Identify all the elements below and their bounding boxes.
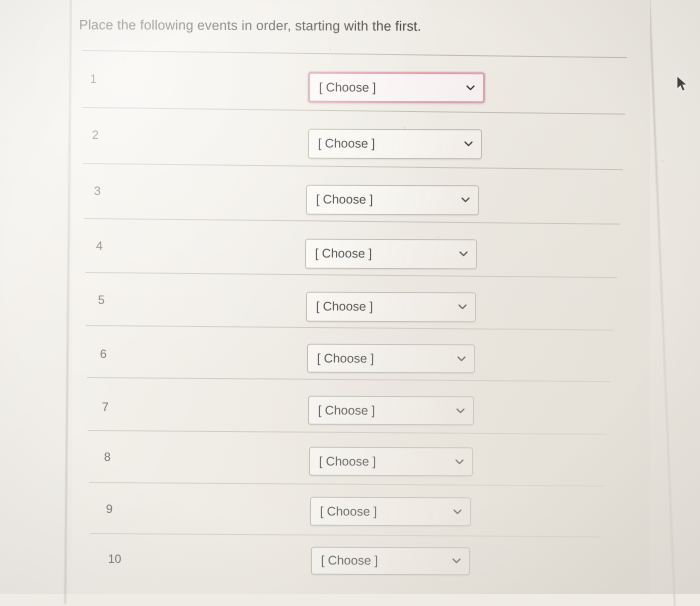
dropdown-selected-value: [ Choose ] [314,246,373,261]
row-number: 6 [100,347,107,361]
choose-dropdown-2[interactable]: [ Choose ] [307,128,483,160]
choose-dropdown-7[interactable]: [ Choose ] [307,395,475,426]
row-separator [84,272,617,279]
row-number: 9 [106,502,113,516]
choose-dropdown-8[interactable]: [ Choose ] [308,446,474,477]
row-separator [81,50,627,59]
row-separator [85,325,613,331]
choose-dropdown-5[interactable]: [ Choose ] [305,291,477,323]
chevron-down-icon[interactable] [459,249,468,258]
ordering-question-list: 1 [ Choose ] 2 [ Choose ] 3 [ Choose ] 4 [ Choo… [0,0,700,594]
dropdown-selected-value: [ Choose ] [317,402,376,418]
choose-dropdown-9[interactable]: [ Choose ] [309,496,472,527]
row-number: 7 [102,400,109,414]
row-number: 1 [90,72,97,86]
photo-speck [329,48,331,50]
dropdown-selected-value: [ Choose ] [319,503,378,519]
row-separator [87,430,607,435]
row-separator [82,163,623,171]
mouse-cursor-arrow [676,75,690,93]
chevron-down-icon[interactable] [461,195,470,204]
choose-dropdown-3[interactable]: [ Choose ] [305,184,480,216]
choose-dropdown-4[interactable]: [ Choose ] [304,238,478,270]
dropdown-selected-value: [ Choose ] [318,79,377,95]
chevron-down-icon[interactable] [455,457,464,466]
row-number: 3 [94,184,101,198]
chevron-down-icon[interactable] [458,302,467,311]
row-number: 10 [108,552,122,566]
choose-dropdown-1[interactable]: [ Choose ] [307,71,486,104]
chevron-down-icon[interactable] [457,354,466,363]
chevron-down-icon[interactable] [456,406,465,415]
row-number: 8 [104,450,111,464]
row-separator [83,218,620,225]
dropdown-selected-value: [ Choose ] [316,350,375,366]
dropdown-selected-value: [ Choose ] [315,192,374,207]
photo-speck [607,377,609,379]
photo-speck [404,127,406,129]
row-separator [81,107,625,115]
dropdown-selected-value: [ Choose ] [318,453,377,469]
dropdown-selected-value: [ Choose ] [317,136,376,151]
chevron-down-icon[interactable] [452,556,461,565]
row-number: 2 [92,128,99,142]
choose-dropdown-10[interactable]: [ Choose ] [310,546,471,576]
row-number: 5 [98,293,105,307]
chevron-down-icon[interactable] [464,139,473,148]
chevron-down-icon[interactable] [453,507,462,516]
row-separator [89,533,601,538]
photo-speck [122,58,124,60]
row-separator [86,377,610,383]
photo-speck [437,236,439,238]
dropdown-selected-value: [ Choose ] [315,299,374,314]
row-separator [88,482,604,487]
dropdown-selected-value: [ Choose ] [320,553,379,568]
chevron-down-icon[interactable] [466,83,475,92]
row-number: 4 [96,239,103,253]
photo-speck [662,160,664,162]
choose-dropdown-6[interactable]: [ Choose ] [306,343,476,374]
